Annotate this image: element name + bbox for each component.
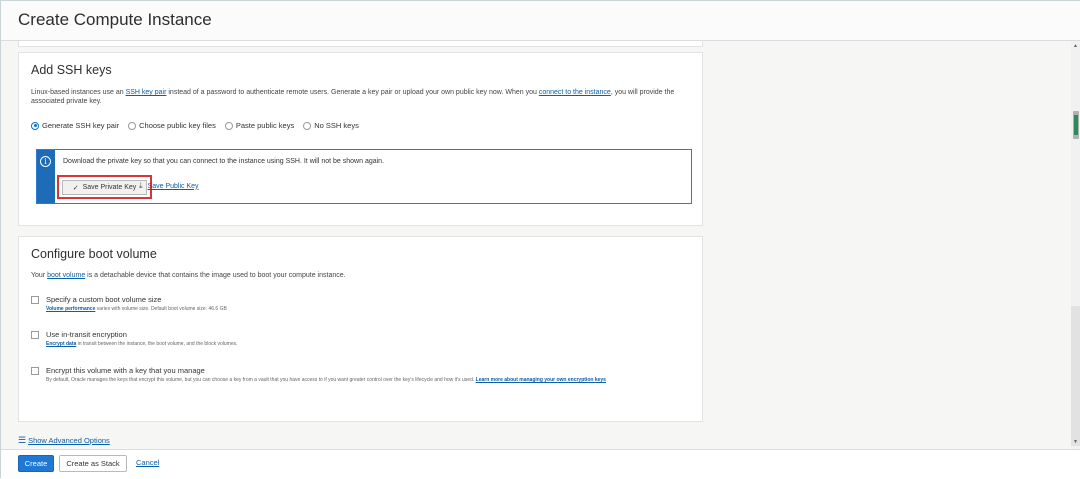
- radio-paste-public-keys[interactable]: Paste public keys: [224, 121, 294, 130]
- in-transit-encryption-checkbox[interactable]: [31, 331, 39, 339]
- cancel-link[interactable]: Cancel: [136, 458, 159, 467]
- show-advanced-options[interactable]: ☰ Show Advanced Options: [18, 435, 110, 446]
- download-icon: ⤓: [139, 181, 143, 190]
- create-button[interactable]: Create: [18, 455, 54, 472]
- save-public-key-wrapper: ⤓ Save Public Key: [139, 181, 199, 191]
- radio-choose-public-key-files[interactable]: Choose public key files: [128, 121, 216, 130]
- scroll-position-marker: [1074, 115, 1078, 135]
- info-stripe: i: [37, 150, 55, 203]
- window-frame: Create Compute Instance Add SSH keys Lin…: [0, 0, 1080, 479]
- footer-bar: Create Create as Stack Cancel: [1, 449, 1080, 479]
- option-in-transit-encryption: Use in-transit encryption Encrypt data i…: [31, 330, 686, 348]
- connect-instance-link[interactable]: connect to the instance: [539, 89, 611, 96]
- in-transit-encryption-help: Encrypt data in transit between the inst…: [46, 341, 238, 347]
- previous-section-edge: [18, 41, 703, 47]
- option-custom-boot-size: Specify a custom boot volume size Volume…: [31, 295, 686, 313]
- radio-generate-ssh-key-pair[interactable]: Generate SSH key pair: [31, 121, 119, 130]
- radio-icon[interactable]: [224, 121, 233, 130]
- radio-selected-icon[interactable]: [31, 121, 39, 130]
- main-content: Add SSH keys Linux-based instances use a…: [1, 41, 1071, 449]
- radio-icon[interactable]: [128, 121, 137, 130]
- ssh-keys-section: Add SSH keys Linux-based instances use a…: [18, 52, 703, 226]
- encrypt-data-link[interactable]: Encrypt data: [46, 341, 76, 347]
- ssh-section-title: Add SSH keys: [31, 63, 112, 77]
- custom-boot-size-checkbox[interactable]: [31, 296, 39, 304]
- radio-no-ssh-keys[interactable]: No SSH keys: [303, 121, 359, 130]
- scroll-down-icon[interactable]: ▼: [1073, 439, 1078, 445]
- info-message: Download the private key so that you can…: [63, 158, 385, 165]
- checkmark-icon: ✓: [72, 184, 79, 192]
- ssh-description: Linux-based instances use an SSH key pai…: [31, 89, 675, 105]
- volume-performance-link[interactable]: Volume performance: [46, 306, 95, 312]
- page-header: Create Compute Instance: [1, 1, 1080, 41]
- page-title: Create Compute Instance: [18, 10, 212, 29]
- ssh-key-pair-link[interactable]: SSH key pair: [126, 89, 167, 96]
- save-private-key-highlight: ✓ Save Private Key: [57, 175, 152, 199]
- save-private-key-button[interactable]: ✓ Save Private Key: [62, 180, 147, 195]
- vertical-scrollbar[interactable]: ▲ ▼: [1071, 41, 1080, 449]
- scroll-up-icon[interactable]: ▲: [1073, 43, 1078, 49]
- ssh-option-group: Generate SSH key pair Choose public key …: [31, 121, 359, 130]
- info-icon: i: [40, 156, 51, 167]
- private-key-info-alert: i Download the private key so that you c…: [36, 149, 692, 204]
- learn-more-keys-link[interactable]: Learn more about managing your own encry…: [476, 377, 606, 383]
- radio-icon[interactable]: [303, 121, 312, 130]
- boot-volume-link[interactable]: boot volume: [47, 272, 85, 279]
- boot-description: Your boot volume is a detachable device …: [31, 272, 346, 279]
- option-customer-managed-key: Encrypt this volume with a key that you …: [31, 366, 686, 384]
- show-advanced-options-link[interactable]: Show Advanced Options: [28, 436, 110, 445]
- custom-boot-size-help: Volume performance varies with volume si…: [46, 306, 227, 312]
- scrollbar-track-lower: [1071, 306, 1080, 446]
- boot-volume-section: Configure boot volume Your boot volume i…: [18, 236, 703, 422]
- boot-section-title: Configure boot volume: [31, 247, 157, 261]
- save-public-key-link[interactable]: Save Public Key: [148, 183, 199, 190]
- customer-managed-key-checkbox[interactable]: [31, 367, 39, 375]
- customer-managed-key-help: By default, Oracle manages the keys that…: [46, 377, 606, 383]
- create-as-stack-button[interactable]: Create as Stack: [59, 455, 127, 472]
- options-icon: ☰: [18, 435, 27, 445]
